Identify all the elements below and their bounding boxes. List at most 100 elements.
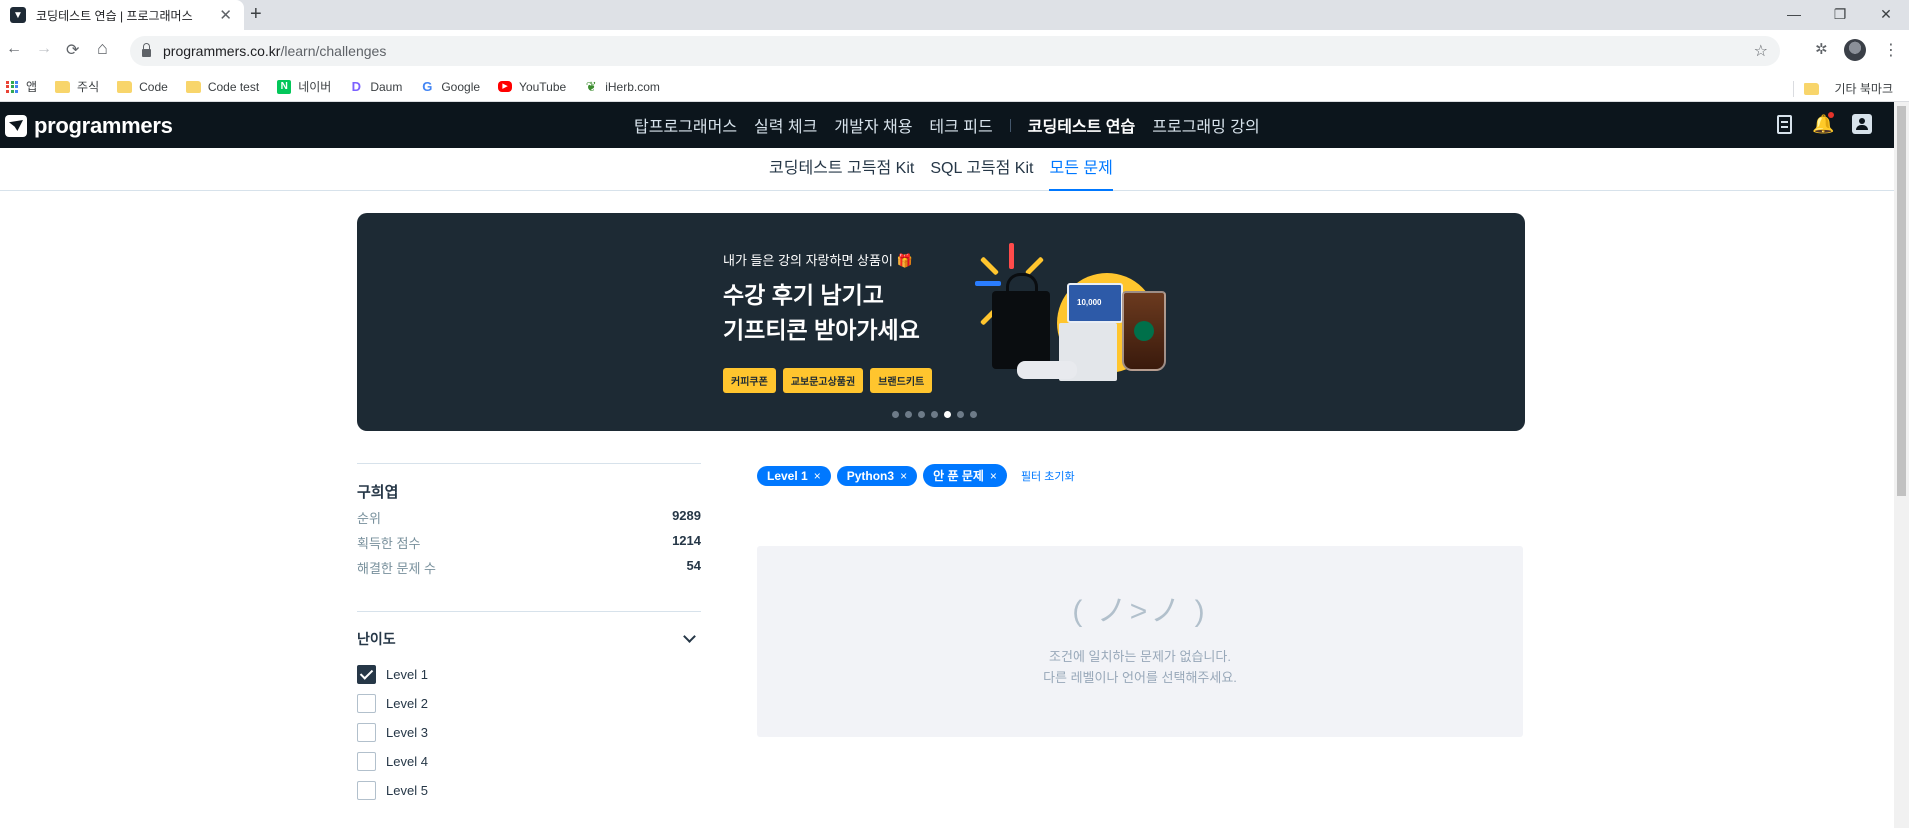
- bookmark-apps[interactable]: 앱: [6, 78, 37, 95]
- profile-avatar[interactable]: [1844, 39, 1866, 61]
- chevron-down-icon[interactable]: [683, 630, 696, 643]
- banner-dot[interactable]: [918, 411, 925, 418]
- bookmarks-bar: 앱 주식 Code Code test N 네이버 D Daum G Googl…: [0, 72, 1909, 102]
- bookmark-label: YouTube: [519, 79, 567, 94]
- active-filter-chips: Level 1 × Python3 × 안 푼 문제 × 필터 초기화: [757, 464, 1075, 487]
- banner-tag: 교보문고상품권: [782, 368, 864, 393]
- reset-filters-link[interactable]: 필터 초기화: [1021, 468, 1075, 484]
- banner-dot[interactable]: [970, 411, 977, 418]
- banner-dot[interactable]: [957, 411, 964, 418]
- folder-icon: [185, 80, 201, 93]
- level-label: Level 4: [386, 754, 428, 769]
- filter-chip-level1[interactable]: Level 1 ×: [757, 465, 831, 486]
- page-viewport: programmers 탑프로그래머스 실력 체크 개발자 채용 테크 피드 코…: [0, 102, 1894, 828]
- youtube-icon: ▶: [498, 81, 513, 92]
- stat-rank: 순위 9289: [357, 508, 701, 526]
- banner-illustration: 10,000: [957, 243, 1187, 403]
- bookmark-google[interactable]: G Google: [420, 79, 481, 94]
- programmers-logo[interactable]: programmers: [5, 113, 173, 139]
- other-bookmarks[interactable]: 기타 북마크: [1793, 80, 1893, 97]
- reload-icon[interactable]: ⟳: [66, 40, 79, 60]
- banner-dot[interactable]: [905, 411, 912, 418]
- level-checkbox[interactable]: [357, 723, 376, 742]
- level-checkbox[interactable]: [357, 752, 376, 771]
- bell-icon[interactable]: 🔔: [1812, 112, 1834, 134]
- bookmark-naver[interactable]: N 네이버: [277, 78, 331, 95]
- browser-menu-icon[interactable]: ⋮: [1883, 40, 1899, 60]
- new-tab-button[interactable]: +: [250, 3, 262, 26]
- banner-tag: 브랜드키트: [870, 368, 933, 393]
- coffee-cup-icon: [1122, 291, 1166, 371]
- daum-icon: D: [351, 78, 362, 94]
- level-option[interactable]: Level 1: [357, 660, 701, 689]
- bookmark-label: Google: [441, 79, 481, 94]
- page-scrollbar[interactable]: [1894, 102, 1909, 828]
- level-option[interactable]: Level 5: [357, 776, 701, 805]
- close-window-button[interactable]: ✕: [1863, 0, 1909, 30]
- banner-kicker: 내가 들은 강의 자랑하면 상품이 🎁: [723, 253, 913, 268]
- global-nav-icons: 🔔: [1777, 112, 1872, 134]
- chip-remove-icon[interactable]: ×: [814, 469, 821, 483]
- nav-courses[interactable]: 프로그래밍 강의: [1152, 113, 1260, 137]
- home-icon[interactable]: ⌂: [97, 38, 108, 59]
- url-host: programmers.co.kr: [163, 43, 281, 59]
- bookmark-star-icon[interactable]: ☆: [1754, 41, 1768, 61]
- browser-tab[interactable]: ▼ 코딩테스트 연습 | 프로그래머스 ✕: [0, 0, 244, 30]
- bookmark-daum[interactable]: D Daum: [349, 78, 403, 94]
- level-checkbox[interactable]: [357, 781, 376, 800]
- bookmark-youtube[interactable]: ▶ YouTube: [498, 80, 566, 94]
- minimize-button[interactable]: —: [1771, 0, 1817, 30]
- apps-grid-icon: [6, 80, 18, 93]
- bookmark-label: Code: [139, 79, 168, 94]
- document-icon[interactable]: [1777, 115, 1792, 134]
- level-option[interactable]: Level 4: [357, 747, 701, 776]
- subnav-kit[interactable]: 코딩테스트 고득점 Kit: [769, 148, 914, 191]
- difficulty-filter-header[interactable]: 난이도: [357, 629, 701, 649]
- window-controls: — ❐ ✕: [1771, 0, 1909, 30]
- lock-icon[interactable]: [142, 43, 151, 57]
- forward-icon[interactable]: →: [36, 40, 52, 58]
- bookmark-folder-stocks[interactable]: 주식: [55, 78, 99, 95]
- address-bar[interactable]: programmers.co.kr/learn/challenges ☆: [130, 36, 1780, 66]
- bookmark-folder-code-test[interactable]: Code test: [185, 80, 259, 94]
- banner-dot[interactable]: [931, 411, 938, 418]
- scrollbar-thumb[interactable]: [1897, 106, 1906, 496]
- folder-icon: [1804, 82, 1820, 95]
- extensions-icon[interactable]: ✲: [1815, 40, 1828, 58]
- level-option[interactable]: Level 3: [357, 718, 701, 747]
- filter-chip-python3[interactable]: Python3 ×: [836, 465, 918, 486]
- bookmark-label: 앱: [26, 80, 38, 94]
- nav-skill-check[interactable]: 실력 체크: [754, 113, 817, 137]
- user-profile-card: 구희엽 순위 9289 획득한 점수 1214 해결한 문제 수 54: [357, 463, 701, 577]
- difficulty-title: 난이도: [357, 631, 396, 647]
- user-icon[interactable]: [1852, 114, 1872, 134]
- banner-dot[interactable]: [944, 411, 951, 418]
- nav-jobs[interactable]: 개발자 채용: [834, 113, 912, 137]
- nav-tech-feed[interactable]: 테크 피드: [929, 113, 992, 137]
- back-icon[interactable]: ←: [6, 40, 22, 58]
- level-checkbox[interactable]: [357, 665, 376, 684]
- restore-button[interactable]: ❐: [1817, 0, 1863, 30]
- nav-coding-test[interactable]: 코딩테스트 연습: [1028, 113, 1136, 137]
- subnav-sql-kit[interactable]: SQL 고득점 Kit: [930, 148, 1033, 191]
- nav-divider: [1009, 118, 1011, 132]
- notification-dot: [1828, 112, 1834, 118]
- filter-chip-unsolved[interactable]: 안 푼 문제 ×: [923, 464, 1007, 487]
- bookmark-label: 주식: [77, 80, 100, 94]
- subnav-all-problems[interactable]: 모든 문제: [1049, 148, 1113, 191]
- level-label: Level 1: [386, 667, 428, 682]
- promo-banner[interactable]: 내가 들은 강의 자랑하면 상품이 🎁 수강 후기 남기고 기프티콘 받아가세요…: [357, 213, 1525, 431]
- nav-top-programmers[interactable]: 탑프로그래머스: [634, 113, 737, 137]
- naver-icon: N: [277, 79, 292, 94]
- profile-name: 구희엽: [357, 484, 399, 501]
- level-option[interactable]: Level 2: [357, 689, 701, 718]
- level-checkbox[interactable]: [357, 694, 376, 713]
- bookmark-iherb[interactable]: ❦ iHerb.com: [584, 79, 660, 94]
- browser-tabbar: ▼ 코딩테스트 연습 | 프로그래머스 ✕ + — ❐ ✕: [0, 0, 1909, 30]
- chip-remove-icon[interactable]: ×: [990, 469, 997, 483]
- tab-close-icon[interactable]: ✕: [219, 6, 232, 24]
- banner-dot[interactable]: [892, 411, 899, 418]
- chip-remove-icon[interactable]: ×: [900, 469, 907, 483]
- level-label: Level 5: [386, 783, 428, 798]
- bookmark-folder-code[interactable]: Code: [117, 80, 168, 94]
